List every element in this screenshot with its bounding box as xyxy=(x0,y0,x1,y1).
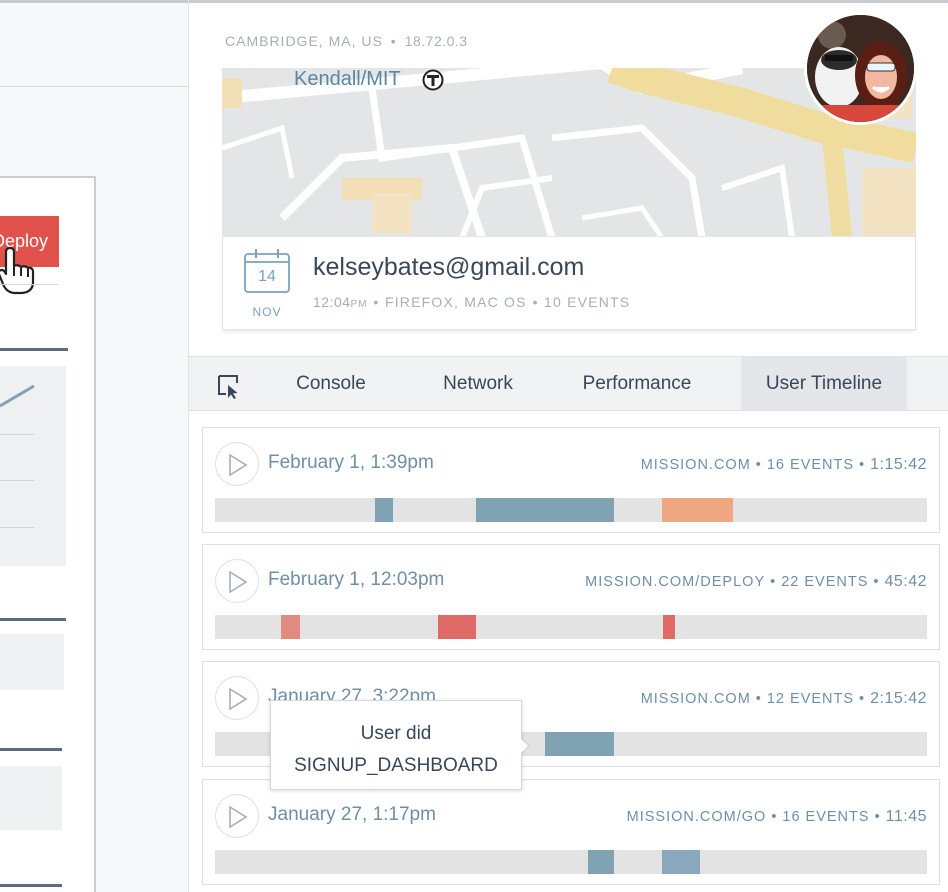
header-divider xyxy=(0,86,188,87)
tooltip-line-1: User did xyxy=(360,723,432,744)
session-track[interactable] xyxy=(215,615,927,639)
section-rule xyxy=(0,884,62,887)
content-block xyxy=(0,766,62,830)
session-date: February 1, 12:03pm xyxy=(268,569,445,590)
timeline-session[interactable]: January 27, 1:17pm MISSION.COM/GO • 16 EVE… xyxy=(202,779,940,885)
user-info-card: 14 NOV kelseybates@gmail.com 12:04PM • FIR… xyxy=(222,236,916,330)
timeline-session[interactable]: February 1, 12:03pm MISSION.COM/DEPLOY • 2… xyxy=(202,544,940,650)
tooltip-line-2: SIGNUP_DASHBOARD xyxy=(294,755,498,776)
session-date: January 27, 1:17pm xyxy=(268,804,436,825)
session-date: February 1, 1:39pm xyxy=(268,452,434,473)
tab-performance[interactable]: Performance xyxy=(567,357,707,410)
session-time: 12:04 xyxy=(313,294,351,310)
top-border xyxy=(0,0,188,3)
timeline-session[interactable]: February 1, 1:39pm MISSION.COM • 16 EVENTS… xyxy=(202,427,940,533)
trend-line xyxy=(0,384,35,408)
calendar-month: NOV xyxy=(252,305,282,319)
section-rule xyxy=(0,618,66,621)
background-app: Deploy xyxy=(0,0,188,892)
session-meta: MISSION.COM/GO • 16 EVENTS • 11:45 xyxy=(626,808,927,825)
user-email: kelseybates@gmail.com xyxy=(313,253,585,281)
timeline-event-segment[interactable] xyxy=(663,615,675,639)
tab-console[interactable]: Console xyxy=(275,357,387,410)
session-meta: MISSION.COM/DEPLOY • 22 EVENTS • 45:42 xyxy=(585,573,927,590)
session-track[interactable] xyxy=(215,850,927,874)
divider xyxy=(0,480,34,481)
tooltip-arrow-fill xyxy=(518,736,528,756)
transit-t-icon xyxy=(422,69,444,91)
location-text: CAMBRIDGE, MA, US xyxy=(225,33,383,49)
hand-cursor-icon xyxy=(0,246,35,295)
divider xyxy=(0,527,34,528)
devtools-tabbar: Console Network Performance User Timelin… xyxy=(189,356,948,411)
timeline-event-segment[interactable] xyxy=(281,615,300,639)
timeline-event-segment[interactable] xyxy=(662,498,733,522)
play-icon xyxy=(229,454,248,476)
event-tooltip: User did SIGNUP_DASHBOARD xyxy=(270,700,522,790)
timeline-event-segment[interactable] xyxy=(588,850,614,874)
event-count: 10 EVENTS xyxy=(544,294,631,310)
tab-network[interactable]: Network xyxy=(419,357,537,410)
timeline-event-segment[interactable] xyxy=(476,498,614,522)
timeline-event-segment[interactable] xyxy=(545,732,614,756)
divider xyxy=(0,284,58,285)
calendar-day: 14 xyxy=(258,268,276,285)
timeline-event-segment[interactable] xyxy=(662,850,700,874)
timeline-event-segment[interactable] xyxy=(438,615,476,639)
play-icon xyxy=(229,806,248,828)
inspect-element-icon[interactable] xyxy=(217,374,243,400)
section-rule xyxy=(0,748,62,751)
station-label: Kendall/MIT xyxy=(294,68,401,90)
play-button[interactable] xyxy=(215,442,259,486)
section-rule xyxy=(0,348,68,351)
session-meta: MISSION.COM • 16 EVENTS • 1:15:42 xyxy=(640,456,927,473)
browser-info: FIREFOX, MAC OS xyxy=(384,294,527,310)
ip-address: 18.72.0.3 xyxy=(404,33,468,49)
play-button[interactable] xyxy=(215,794,259,838)
play-button[interactable] xyxy=(215,676,259,720)
location-line: CAMBRIDGE, MA, US • 18.72.0.3 xyxy=(225,33,468,49)
session-track[interactable] xyxy=(215,498,927,522)
play-icon xyxy=(229,571,248,593)
play-icon xyxy=(229,688,248,710)
user-avatar[interactable] xyxy=(804,12,917,125)
play-button[interactable] xyxy=(215,559,259,603)
session-meta: MISSION.COM • 12 EVENTS • 2:15:42 xyxy=(640,690,927,707)
session-ampm: PM xyxy=(350,299,368,310)
session-meta: 12:04PM • FIREFOX, MAC OS • 10 EVENTS xyxy=(313,294,631,310)
avatar-image xyxy=(807,15,914,122)
tab-user-timeline[interactable]: User Timeline xyxy=(741,357,907,410)
content-block xyxy=(0,634,64,690)
timeline-event-segment[interactable] xyxy=(375,498,393,522)
top-border xyxy=(189,0,948,3)
divider xyxy=(0,434,34,435)
